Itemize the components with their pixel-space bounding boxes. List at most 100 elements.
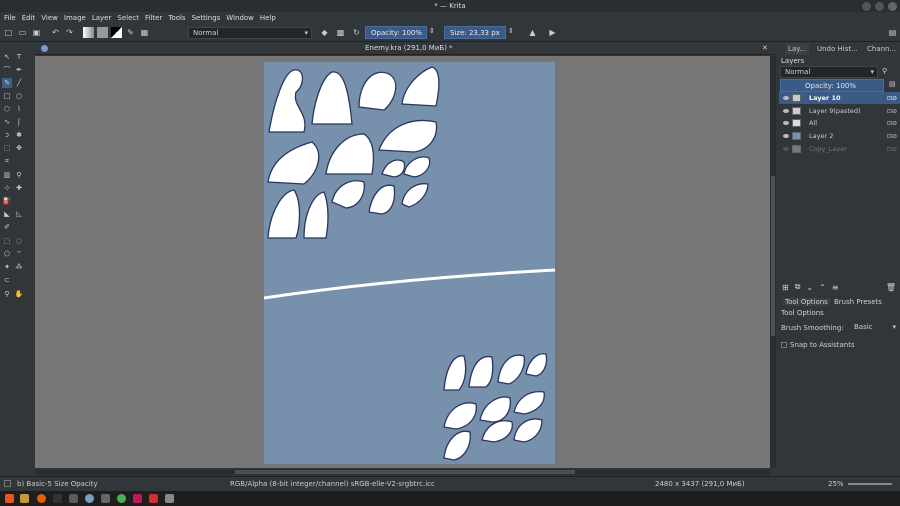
layer-lock-icon[interactable]: ⊡⊘ <box>887 146 897 153</box>
menu-image[interactable]: Image <box>64 14 86 22</box>
opacity-stepper-icon[interactable]: ⇕ <box>429 27 435 35</box>
menu-settings[interactable]: Settings <box>192 14 221 22</box>
menu-filter[interactable]: Filter <box>145 14 162 22</box>
menu-file[interactable]: File <box>4 14 16 22</box>
color-sampler-icon[interactable]: ⊹ <box>2 183 12 193</box>
layer-blend-select[interactable]: Normal ▾ <box>780 66 878 78</box>
zoom-slider[interactable] <box>848 483 892 485</box>
menu-layer[interactable]: Layer <box>92 14 112 22</box>
layer-row[interactable]: Layer 2 ⊡⊘ <box>779 130 900 142</box>
ellipse-select-icon[interactable]: ◌ <box>14 236 24 246</box>
save-icon[interactable]: ▣ <box>31 27 42 38</box>
open-document-icon[interactable]: ▭ <box>17 27 28 38</box>
reference-tool-icon[interactable]: ✐ <box>2 222 12 232</box>
firefox-icon[interactable] <box>37 494 46 503</box>
ubuntu-icon[interactable] <box>5 494 14 503</box>
assistant-tool-icon[interactable]: ◣ <box>2 209 12 219</box>
select-shapes-icon[interactable]: ↖ <box>2 52 12 62</box>
zoom-tool-icon[interactable]: ⚲ <box>2 289 12 299</box>
layer-properties-icon[interactable]: ≡ <box>832 283 839 292</box>
menu-view[interactable]: View <box>41 14 58 22</box>
app-icon[interactable] <box>133 494 142 503</box>
text-tool-icon[interactable]: T <box>14 52 24 62</box>
maximize-icon[interactable] <box>875 2 884 11</box>
rectangle-tool-icon[interactable]: □ <box>2 91 12 101</box>
calligraphy-icon[interactable]: ✒ <box>14 65 24 75</box>
layer-lock-icon[interactable]: ⊡⊘ <box>887 120 897 127</box>
layer-lock-icon[interactable]: ⊡⊘ <box>887 108 897 115</box>
color-picker-icon[interactable]: ⚲ <box>14 170 24 180</box>
gradient-tool-icon[interactable]: ▥ <box>2 170 12 180</box>
menu-select[interactable]: Select <box>117 14 139 22</box>
document-title[interactable]: Enemy.kra (291,0 МиБ) * <box>365 44 453 52</box>
document-page[interactable] <box>263 62 556 464</box>
magic-wand-icon[interactable]: ✦ <box>2 262 12 272</box>
menu-window[interactable]: Window <box>226 14 254 22</box>
app-icon[interactable] <box>149 494 158 503</box>
transform-tool-icon[interactable]: ⬚ <box>2 143 12 153</box>
layer-lock-icon[interactable]: ⊡⊘ <box>887 133 897 140</box>
opacity-slider[interactable]: Opacity: 100% <box>365 26 427 39</box>
reload-icon[interactable]: ↻ <box>351 27 362 38</box>
blend-mode-select[interactable]: Normal ▾ <box>188 27 312 39</box>
crop-tool-icon[interactable]: ⌗ <box>2 156 12 166</box>
mirror-vertical-icon[interactable]: ▶ <box>547 27 558 38</box>
app-icon[interactable] <box>101 494 110 503</box>
pan-tool-icon[interactable]: ✋ <box>14 289 24 299</box>
brush-preset-icon[interactable]: ✎ <box>125 27 136 38</box>
app-icon[interactable] <box>165 494 174 503</box>
tab-undo-history[interactable]: Undo Hist... <box>817 43 858 55</box>
fill-tool-icon[interactable]: ⛽ <box>2 196 12 206</box>
polygon-select-icon[interactable]: ⬠ <box>2 249 12 259</box>
move-down-icon[interactable]: ⌄ <box>806 283 813 292</box>
undo-icon[interactable]: ↶ <box>50 27 61 38</box>
freehand-path-icon[interactable]: ʃ <box>14 117 24 127</box>
move-up-icon[interactable]: ⌃ <box>819 283 826 292</box>
scrollbar-thumb[interactable] <box>235 470 575 474</box>
app-icon[interactable] <box>117 494 126 503</box>
new-document-icon[interactable]: □ <box>3 27 14 38</box>
layer-options-icon[interactable]: ▤ <box>889 80 896 88</box>
mirror-horizontal-icon[interactable]: ▲ <box>527 27 538 38</box>
tab-tool-options[interactable]: Tool Options <box>783 298 830 306</box>
add-layer-icon[interactable]: ⊞ <box>782 283 789 292</box>
terminal-icon[interactable] <box>53 494 62 503</box>
files-icon[interactable] <box>20 494 29 503</box>
layer-lock-icon[interactable]: ⊡⊘ <box>887 95 897 102</box>
horizontal-scrollbar[interactable] <box>35 469 770 475</box>
menu-tools[interactable]: Tools <box>168 14 185 22</box>
measure-tool-icon[interactable]: ◺ <box>14 209 24 219</box>
minimize-icon[interactable] <box>862 2 871 11</box>
workspace-icon[interactable]: ▤ <box>887 27 898 38</box>
freehand-brush-icon[interactable]: ✎ <box>2 78 12 88</box>
menu-edit[interactable]: Edit <box>22 14 36 22</box>
fg-bg-color-icon[interactable] <box>111 27 122 38</box>
brush-preview-icon[interactable] <box>4 480 11 487</box>
close-icon[interactable] <box>888 2 897 11</box>
edit-shapes-icon[interactable]: ⌒ <box>2 65 12 75</box>
multibrush-icon[interactable]: ✱ <box>14 130 24 140</box>
line-tool-icon[interactable]: ╱ <box>14 78 24 88</box>
visibility-eye-icon[interactable] <box>783 96 789 100</box>
redo-icon[interactable]: ↷ <box>64 27 75 38</box>
visibility-eye-icon[interactable] <box>783 109 789 113</box>
ellipse-tool-icon[interactable]: ○ <box>14 91 24 101</box>
layer-row[interactable]: All ⊡⊘ <box>779 117 900 129</box>
move-tool-icon[interactable]: ✥ <box>14 143 24 153</box>
smart-patch-icon[interactable]: ✚ <box>14 183 24 193</box>
visibility-eye-icon[interactable] <box>783 121 789 125</box>
visibility-eye-icon[interactable] <box>783 134 789 138</box>
tab-brush-presets[interactable]: Brush Presets <box>834 298 882 306</box>
eraser-icon[interactable]: ◆ <box>319 27 330 38</box>
size-stepper-icon[interactable]: ⇕ <box>508 27 514 35</box>
polygon-tool-icon[interactable]: ⬡ <box>2 104 12 114</box>
tab-layers[interactable]: Lay... <box>785 43 810 55</box>
pattern-icon[interactable] <box>97 27 108 38</box>
polyline-tool-icon[interactable]: ⌇ <box>14 104 24 114</box>
dynamic-brush-icon[interactable]: ↄ <box>2 130 12 140</box>
layer-row[interactable]: Layer 10 ⊡⊘ <box>779 92 900 104</box>
layer-row[interactable]: Layer 9(pasted) ⊡⊘ <box>779 105 900 117</box>
similar-select-icon[interactable]: ⁂ <box>14 262 24 272</box>
tab-channels[interactable]: Chann... <box>867 43 896 55</box>
layer-row[interactable]: Copy_Layer ⊡⊘ <box>779 143 900 155</box>
